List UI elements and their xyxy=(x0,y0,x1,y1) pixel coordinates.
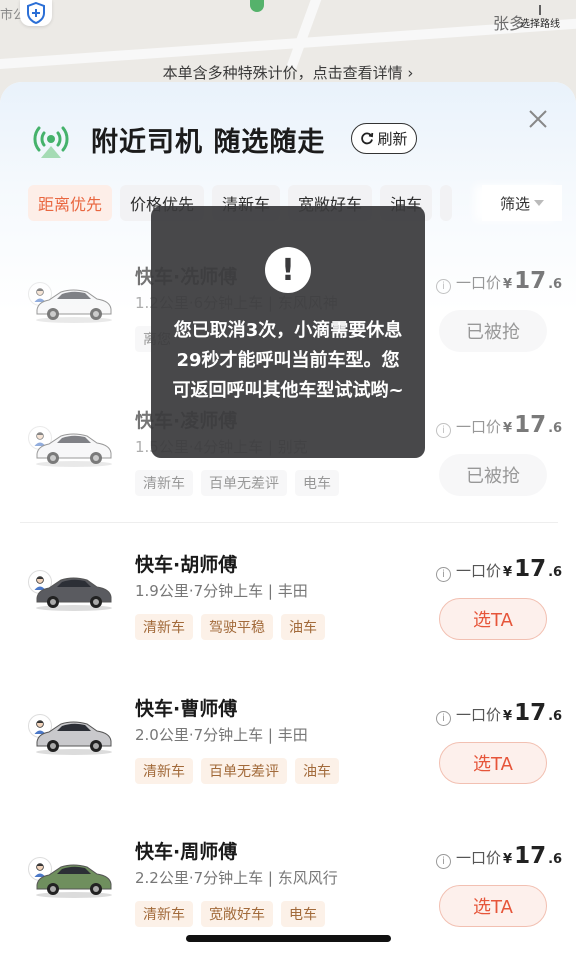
fixed-price: i 一口价 ¥ 17 .6 xyxy=(436,843,562,869)
driver-tag: 电车 xyxy=(281,901,325,927)
price-currency: ¥ xyxy=(503,565,513,580)
driver-distance-info: 2.0公里·7分钟上车 | 丰田 xyxy=(135,726,308,744)
car-image xyxy=(36,721,112,755)
driver-action-button[interactable]: 已被抢 xyxy=(439,310,547,352)
driver-tag: 清新车 xyxy=(135,470,193,496)
car-image xyxy=(36,433,112,467)
price-decimal: .6 xyxy=(548,277,563,292)
price-decimal: .6 xyxy=(548,852,563,867)
driver-tags: 清新车 百单无差评 油车 xyxy=(135,758,339,784)
driver-tag: 油车 xyxy=(281,614,325,640)
driver-name: 快车·曹师傅 xyxy=(135,698,238,720)
driver-action-button[interactable]: 选TA xyxy=(439,885,547,927)
driver-row[interactable]: 快车·曹师傅 2.0公里·7分钟上车 | 丰田 清新车 百单无差评 油车 i 一口价… xyxy=(0,690,576,810)
shield-plus-icon xyxy=(27,2,45,24)
driver-tag: 驾驶平稳 xyxy=(201,614,273,640)
price-integer: 17 xyxy=(514,843,547,869)
price-label: 一口价 xyxy=(456,418,502,436)
driver-action-button[interactable]: 选TA xyxy=(439,598,547,640)
driver-distance-info: 1.9公里·7分钟上车 | 丰田 xyxy=(135,582,308,600)
map-road xyxy=(286,0,324,70)
price-currency: ¥ xyxy=(503,852,513,867)
driver-tags: 清新车 驾驶平稳 油车 xyxy=(135,614,325,640)
car-image xyxy=(36,289,112,323)
driver-tag: 百单无差评 xyxy=(201,758,287,784)
caret-down-icon xyxy=(534,200,544,206)
home-indicator[interactable] xyxy=(186,935,391,942)
toast-message: 您已取消3次，小滴需要休息29秒才能呼叫当前车型。您可返回呼叫其他车型试试哟~ xyxy=(172,320,404,401)
info-icon[interactable]: i xyxy=(436,711,451,726)
select-route-label: 选择路线 xyxy=(520,19,560,30)
price-integer: 17 xyxy=(514,556,547,582)
route-icon xyxy=(539,5,541,15)
page-title: 附近司机 随选随走 xyxy=(91,127,326,158)
fixed-price: i 一口价 ¥ 17 .6 xyxy=(436,412,562,438)
price-integer: 17 xyxy=(514,700,547,726)
price-decimal: .6 xyxy=(548,709,563,724)
fixed-price: i 一口价 ¥ 17 .6 xyxy=(436,268,562,294)
select-route-button[interactable]: 选择路线 xyxy=(516,0,564,30)
price-integer: 17 xyxy=(514,268,547,294)
radar-signal-icon xyxy=(33,126,69,158)
driver-tag: 清新车 xyxy=(135,614,193,640)
driver-tags: 清新车 百单无差评 电车 xyxy=(135,470,339,496)
price-currency: ¥ xyxy=(503,277,513,292)
info-icon[interactable]: i xyxy=(436,279,451,294)
price-decimal: .6 xyxy=(548,421,563,436)
price-currency: ¥ xyxy=(503,709,513,724)
price-label: 一口价 xyxy=(456,849,502,867)
driver-distance-info: 2.2公里·7分钟上车 | 东风风行 xyxy=(135,869,338,887)
driver-tag: 清新车 xyxy=(135,901,193,927)
car-image xyxy=(36,577,112,611)
price-decimal: .6 xyxy=(548,565,563,580)
driver-tag: 油车 xyxy=(295,758,339,784)
price-label: 一口价 xyxy=(456,274,502,292)
info-icon[interactable]: i xyxy=(436,854,451,869)
car-image xyxy=(36,864,112,898)
screen-filter-button[interactable]: 筛选 xyxy=(482,185,562,221)
screen-filter-label: 筛选 xyxy=(499,194,530,213)
driver-row[interactable]: 快车·胡师傅 1.9公里·7分钟上车 | 丰田 清新车 驾驶平稳 油车 i 一口价 … xyxy=(0,546,576,666)
close-icon[interactable] xyxy=(527,108,549,130)
driver-action-button[interactable]: 选TA xyxy=(439,742,547,784)
driver-tags: 清新车 宽敞好车 电车 xyxy=(135,901,325,927)
refresh-icon xyxy=(361,132,374,144)
driver-tag: 清新车 xyxy=(135,758,193,784)
safety-shield-button[interactable] xyxy=(20,0,52,26)
cancel-limit-toast: ! 您已取消3次，小滴需要休息29秒才能呼叫当前车型。您可返回呼叫其他车型试试哟… xyxy=(151,206,425,458)
driver-action-button[interactable]: 已被抢 xyxy=(439,454,547,496)
price-label: 一口价 xyxy=(456,562,502,580)
info-icon[interactable]: i xyxy=(436,423,451,438)
driver-name: 快车·胡师傅 xyxy=(135,554,238,576)
driver-name: 快车·周师傅 xyxy=(135,841,238,863)
exclamation-icon: ! xyxy=(265,247,311,293)
filter-chip-distance[interactable]: 距离优先 xyxy=(28,185,113,221)
refresh-label: 刷新 xyxy=(377,130,408,148)
info-icon[interactable]: i xyxy=(436,567,451,582)
section-divider xyxy=(20,522,558,523)
refresh-button[interactable]: 刷新 xyxy=(351,123,417,154)
price-label: 一口价 xyxy=(456,706,502,724)
pricing-notice-link[interactable]: 本单含多种特殊计价，点击查看详情 › xyxy=(0,62,576,83)
driver-tag: 宽敞好车 xyxy=(201,901,273,927)
price-currency: ¥ xyxy=(503,421,513,436)
fixed-price: i 一口价 ¥ 17 .6 xyxy=(436,700,562,726)
driver-tag: 百单无差评 xyxy=(201,470,287,496)
filter-chip-partial[interactable] xyxy=(440,185,453,221)
price-integer: 17 xyxy=(514,412,547,438)
driver-tag: 电车 xyxy=(295,470,339,496)
fixed-price: i 一口价 ¥ 17 .6 xyxy=(436,556,562,582)
